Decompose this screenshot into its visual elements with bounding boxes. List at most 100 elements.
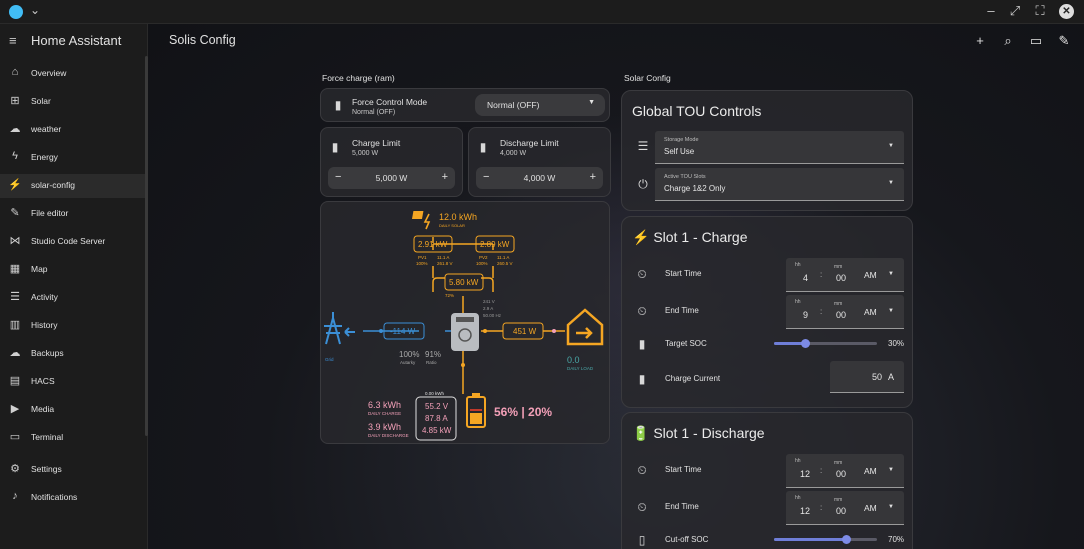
search-icon[interactable]: ⌕ [1000,33,1016,49]
sidebar-item-label: Map [31,264,48,274]
terminal-icon: ▭ [9,431,21,443]
fullscreen-icon[interactable]: ⛶ [1031,3,1049,19]
sidebar-item-solar[interactable]: ⊞ Solar [0,90,145,114]
minute-label: mm [834,497,843,503]
wrench-icon: ✎ [10,207,20,219]
sidebar-item-label: weather [31,124,62,134]
clock-icon: ⏲ [637,500,647,514]
grid-label: Grid [325,357,334,362]
sidebar-item-solar-config[interactable]: ⚡ solar-config [0,174,145,198]
home-assistant-logo-icon [9,5,23,19]
ampm-select[interactable]: AM [864,270,877,280]
grid-tower-icon [324,312,355,345]
pv1-label: PV1 [418,255,427,260]
pv2-pct: 100% [476,261,488,266]
clock-icon: ⏲ [637,463,647,477]
pv1-pct: 100% [416,261,428,266]
chevron-down-icon: ▼ [588,99,595,106]
hour-input[interactable]: 12 [800,506,810,516]
grid-power: -114 W [390,327,416,336]
map-icon: ▦ [9,263,21,275]
pv1-volts: 261.8 V [437,261,453,266]
restore-icon[interactable]: ⤢ [1006,3,1024,19]
sidebar-item-map[interactable]: ▦ Map [0,258,145,282]
start-time-label: Start Time [665,269,702,278]
end-time-picker[interactable]: hh 9 : mm 00 AM ▼ [786,295,904,329]
sidebar-item-label: solar-config [31,180,75,190]
assist-icon[interactable]: ▭ [1028,33,1044,49]
sidebar-item-label: HACS [31,376,55,386]
charge-limit-stepper[interactable]: − 5,000 W + [328,167,455,189]
battery-charging-icon: ▮ [331,140,339,154]
discharge-limit-stepper[interactable]: − 4,000 W + [476,167,603,189]
sidebar-item-overview[interactable]: ⌂ Overview [0,62,145,86]
home-load-icon [566,308,604,346]
force-control-state: Normal (OFF) [352,109,396,116]
sidebar-item-terminal[interactable]: ▭ Terminal [0,426,145,450]
daily-load-label: DAILY LOAD [567,366,594,371]
charge-limit-state: 5,000 W [352,150,379,157]
hour-label: hh [795,262,801,268]
hour-input[interactable]: 4 [803,273,808,283]
discharge-limit-state: 4,000 W [500,150,527,157]
power-icon: ⏻ [638,177,648,191]
sidebar-item-backups[interactable]: ☁ Backups [0,342,145,366]
list-icon: ☰ [637,139,649,153]
sidebar-item-history[interactable]: ▥ History [0,314,145,338]
daily-discharge-value: 3.9 kWh [368,422,402,432]
solar-config-icon: ⚡ [8,179,22,191]
target-soc-label: Target SOC [665,339,707,348]
menu-icon[interactable]: ≡ [9,33,17,48]
active-tou-slots-label: Active TOU Slots [664,174,706,180]
sidebar-item-label: Media [31,404,55,414]
battery-sync-icon: ▮ [334,98,342,112]
charge-current-value: 50 [871,372,882,382]
sidebar-item-activity[interactable]: ☰ Activity [0,286,145,310]
charge-current-input[interactable]: 50 A [830,361,904,393]
ampm-select[interactable]: AM [864,466,877,476]
sidebar-item-energy[interactable]: ϟ Energy [0,146,145,170]
sidebar-item-notifications[interactable]: ♪ Notifications [0,486,145,510]
gear-icon: ⚙ [10,463,20,475]
close-icon[interactable]: ✕ [1059,4,1074,19]
sidebar-item-studio-code-server[interactable]: ⋈ Studio Code Server [0,230,145,254]
solar-panel-icon [412,211,431,230]
sidebar-item-weather[interactable]: ☁ weather [0,118,145,142]
daily-charge-label: DAILY CHARGE [368,411,402,416]
minute-label: mm [834,460,843,466]
force-control-select[interactable]: Normal (OFF) ▼ [475,94,605,116]
pv-total-pct: 72% [445,293,455,298]
minute-input[interactable]: 00 [836,310,846,320]
hour-input[interactable]: 12 [800,469,810,479]
active-tou-slots-select[interactable]: Active TOU Slots Charge 1&2 Only ▼ [655,168,904,201]
chevron-down-icon[interactable]: ⌄ [30,3,40,17]
minute-input[interactable]: 00 [836,273,846,283]
ampm-select[interactable]: AM [864,503,877,513]
cutoff-soc-label: Cut-off SOC [665,535,709,544]
chevron-down-icon: ▼ [888,180,894,186]
minimize-icon[interactable]: – [982,3,1000,18]
sidebar-item-media[interactable]: ▶ Media [0,398,145,422]
storage-mode-select[interactable]: Storage Mode Self Use ▼ [655,131,904,164]
start-time-picker[interactable]: hh 4 : mm 00 AM ▼ [786,258,904,292]
hour-input[interactable]: 9 [803,310,808,320]
discharge-start-time-picker[interactable]: hh 12 : mm 00 AM ▼ [786,454,904,488]
charge-current-unit: A [887,372,894,382]
edit-icon[interactable]: ✎ [1056,33,1072,49]
target-soc-slider-handle[interactable] [800,339,810,348]
sidebar-item-hacs[interactable]: ▤ HACS [0,370,145,394]
sidebar-item-file-editor[interactable]: ✎ File editor [0,202,145,226]
discharge-end-time-picker[interactable]: hh 12 : mm 00 AM ▼ [786,491,904,525]
ampm-select[interactable]: AM [864,307,877,317]
battery-power: 4.85 kW [422,426,452,435]
increment-button[interactable]: + [590,171,596,183]
minute-input[interactable]: 00 [836,469,846,479]
main-content: Solis Config + ⌕ ▭ ✎ Force charge (ram) … [148,24,1084,549]
increment-button[interactable]: + [442,171,448,183]
sidebar-item-label: Terminal [31,432,64,442]
page-header: Solis Config + ⌕ ▭ ✎ [148,24,1084,58]
sidebar-item-settings[interactable]: ⚙ Settings [0,458,145,482]
minute-input[interactable]: 00 [836,506,846,516]
cutoff-soc-slider-handle[interactable] [842,535,852,544]
add-icon[interactable]: + [972,33,988,48]
